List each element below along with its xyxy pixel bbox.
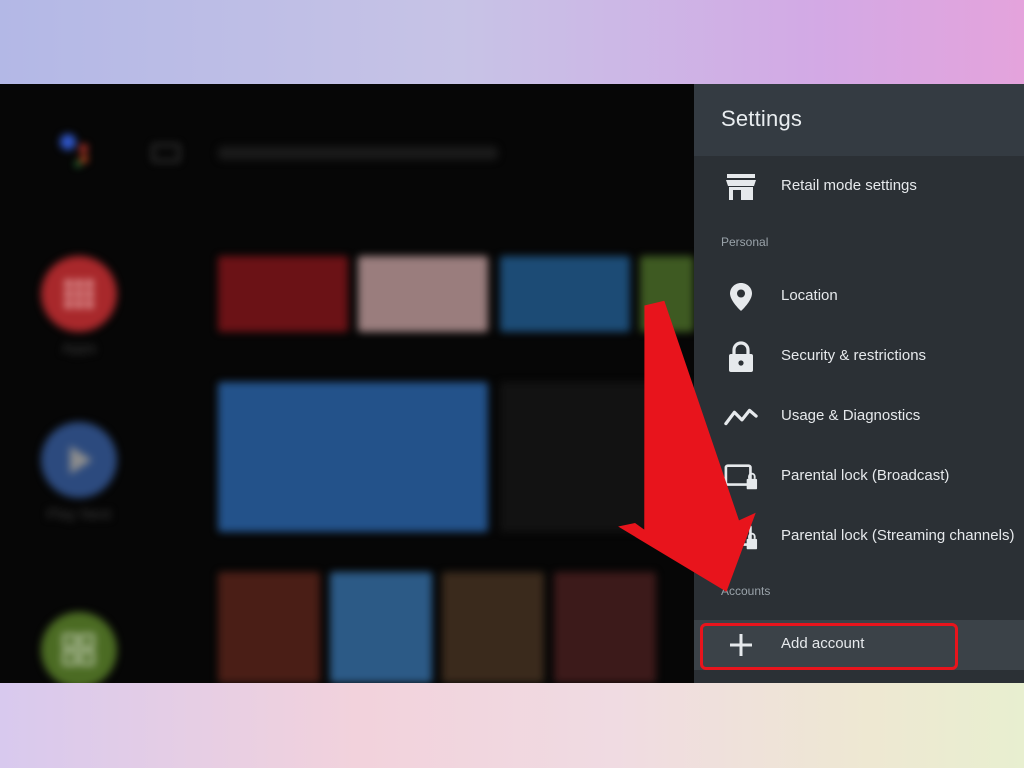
- play-next-tile-2[interactable]: [500, 382, 694, 532]
- bottom-background-band: [0, 683, 1024, 768]
- lock-icon: [724, 341, 758, 373]
- settings-panel: Settings Retail mode settings Personal L…: [694, 84, 1024, 683]
- settings-item-retail-mode[interactable]: Retail mode settings: [694, 162, 1024, 212]
- top-background-band: [0, 0, 1024, 84]
- settings-item-label: Usage & Diagnostics: [781, 407, 921, 424]
- tv-lock-icon: [724, 461, 758, 493]
- app-tile-extra[interactable]: [640, 256, 694, 332]
- settings-header: Settings: [694, 84, 1024, 156]
- section-header-personal: Personal: [721, 235, 769, 249]
- usage-graph-icon: [724, 401, 758, 433]
- rail-item-apps[interactable]: Apps: [40, 256, 118, 357]
- highlight-box: [700, 623, 958, 670]
- location-pin-icon: [724, 281, 758, 313]
- app-tile-netflix[interactable]: [358, 256, 488, 332]
- tv-screen: Apps Play Next Settings Retail mode sett…: [0, 84, 1024, 683]
- app-tile-youtube[interactable]: [218, 256, 348, 332]
- settings-item-label: Parental lock (Broadcast): [781, 467, 950, 484]
- tv-home-screen: Apps Play Next: [0, 84, 694, 683]
- rail-item-play-next[interactable]: Play Next: [40, 422, 118, 523]
- settings-item-label: Security & restrictions: [781, 347, 927, 364]
- home-blurred-layer: Apps Play Next: [0, 84, 694, 683]
- settings-title: Settings: [721, 106, 803, 131]
- settings-item-parental-lock-broadcast[interactable]: Parental lock (Broadcast): [694, 452, 1024, 502]
- content-tile[interactable]: [442, 572, 544, 683]
- app-tile-prime[interactable]: [500, 256, 630, 332]
- settings-item-usage[interactable]: Usage & Diagnostics: [694, 392, 1024, 442]
- rail-label-play-next: Play Next: [46, 506, 112, 523]
- settings-item-label: Location: [781, 287, 838, 304]
- tiles-icon: [41, 612, 117, 683]
- content-tile[interactable]: [218, 572, 320, 683]
- settings-item-label: Retail mode settings: [781, 177, 917, 194]
- settings-item-parental-lock-streaming[interactable]: Parental lock (Streaming channels): [694, 512, 1024, 562]
- keyboard-icon[interactable]: [152, 144, 180, 162]
- content-tile[interactable]: [330, 572, 432, 683]
- content-tile[interactable]: [554, 572, 656, 683]
- rail-label-apps: Apps: [61, 340, 97, 357]
- rail-item-tiles[interactable]: [40, 612, 118, 683]
- settings-item-location[interactable]: Location: [694, 272, 1024, 322]
- apps-grid-icon: [41, 256, 117, 332]
- play-icon: [41, 422, 117, 498]
- store-icon: [724, 171, 758, 203]
- search-bar[interactable]: [218, 146, 498, 160]
- settings-item-label: Parental lock (Streaming channels): [781, 527, 1015, 544]
- google-assistant-icon[interactable]: [60, 134, 100, 174]
- section-header-accounts: Accounts: [721, 584, 771, 598]
- tv-lock-icon: [724, 521, 758, 553]
- play-next-tile[interactable]: [218, 382, 488, 532]
- settings-item-security[interactable]: Security & restrictions: [694, 332, 1024, 382]
